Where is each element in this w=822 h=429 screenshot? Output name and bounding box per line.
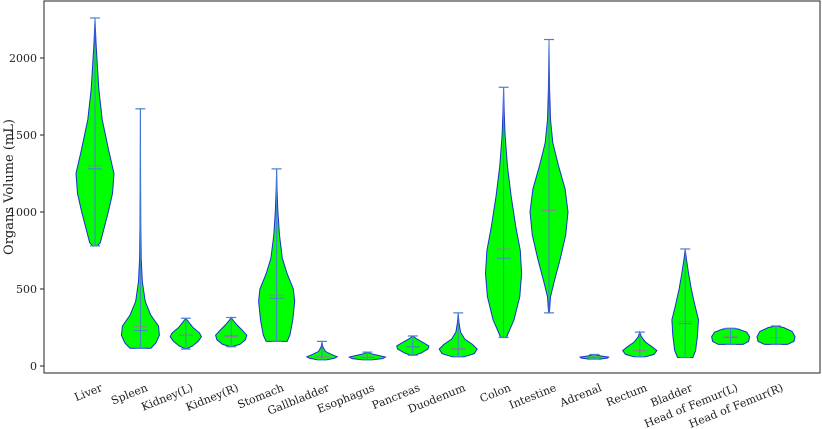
- x-tick-label: Intestine: [507, 381, 558, 412]
- violin-stomach: [258, 168, 296, 342]
- violin-liver: [75, 17, 115, 247]
- violin-gallbladder: [305, 340, 339, 361]
- violin-bladder: [671, 248, 700, 359]
- x-axis-labels: Liver SpleenKidney(L)Kidney(R)StomachGall…: [73, 381, 786, 429]
- violin-adrenal: [578, 353, 610, 360]
- x-tick-label: Kidney(R): [184, 381, 240, 414]
- y-tick-label: 2000: [9, 52, 37, 65]
- violin-colon: [484, 86, 523, 339]
- plot-frame: [43, 0, 821, 374]
- violin-intestine: [529, 38, 569, 314]
- violin-kidney-l: [169, 317, 202, 350]
- y-tick-label: 0: [30, 360, 37, 373]
- violin-head-of-femur-l: [711, 327, 751, 346]
- x-tick-label: Adrenal: [557, 381, 604, 410]
- violin-pancreas: [396, 335, 430, 356]
- y-axis-label: Organs Volume (mL): [2, 119, 17, 255]
- chart-svg: 0500100015002000 Liver SpleenKidney(L)Kid…: [2, 0, 821, 429]
- y-tick-label: 500: [16, 283, 37, 296]
- violin-head-of-femur-r: [756, 325, 796, 346]
- violin-esophagus: [347, 351, 387, 361]
- violin-rectum: [622, 330, 658, 358]
- x-tick-label: Rectum: [604, 381, 649, 409]
- violin-chart: 0 500 1000 1500 2000 Liver Spleen Kidney(L) Kid…: [0, 0, 822, 429]
- violin-kidney-r: [215, 316, 248, 348]
- x-tick-label: Liver: [73, 381, 105, 404]
- violin-duodenum: [438, 312, 478, 358]
- violins-group: [75, 17, 796, 361]
- violin-spleen: [120, 108, 160, 349]
